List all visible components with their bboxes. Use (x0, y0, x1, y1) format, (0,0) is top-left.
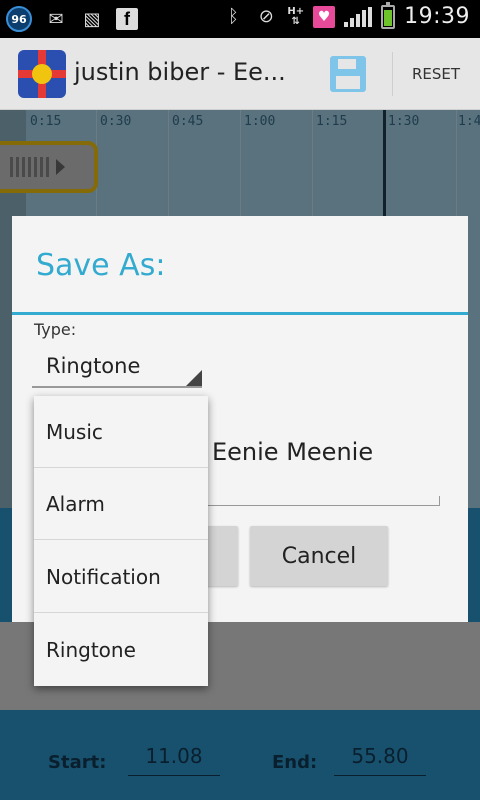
option-label: Ringtone (46, 638, 136, 662)
type-label: Type: (34, 320, 77, 339)
type-dropdown-menu: Music Alarm Notification Ringtone (34, 396, 208, 686)
dropdown-arrow-icon (186, 370, 202, 386)
dropdown-option-music[interactable]: Music (34, 396, 208, 468)
silent-mode-icon: ⊘ (258, 6, 274, 27)
bluetooth-icon: ᛒ (227, 6, 239, 27)
hplus-data-icon: H+ ⇅ (287, 5, 305, 27)
clock: 19:39 (404, 4, 470, 29)
reset-button[interactable]: RESET (395, 52, 477, 96)
type-spinner[interactable]: Ringtone (32, 344, 202, 388)
type-selected-value: Ringtone (46, 354, 141, 378)
app-icon[interactable] (18, 50, 66, 98)
option-label: Music (46, 420, 103, 444)
dialog-divider (12, 312, 468, 315)
dropdown-option-notification[interactable]: Notification (34, 541, 208, 613)
mail-icon: ✉ (48, 8, 64, 30)
ringtone-name-input[interactable] (202, 432, 442, 472)
dropdown-option-alarm[interactable]: Alarm (34, 468, 208, 540)
action-bar-divider (392, 52, 393, 96)
save-icon[interactable] (330, 56, 366, 92)
action-bar: justin biber - Ee... RESET (0, 38, 480, 110)
dialog-title: Save As: (36, 248, 166, 283)
dropdown-option-ringtone[interactable]: Ringtone (34, 614, 208, 686)
image-icon: ▧ (83, 8, 101, 30)
cancel-button[interactable]: Cancel (250, 526, 388, 586)
signal-icon (344, 6, 373, 27)
option-label: Notification (46, 565, 161, 589)
status-bar: 96 ✉ ▧ f ᛒ ⊘ H+ ⇅ ♥ 19:39 (0, 0, 480, 38)
notification-badge: 96 (6, 6, 32, 32)
name-input-underline (198, 496, 440, 506)
hplus-label: H+ (287, 5, 305, 17)
page-title: justin biber - Ee... (74, 58, 286, 86)
option-label: Alarm (46, 492, 105, 516)
facebook-icon: f (116, 8, 138, 30)
heart-app-icon: ♥ (313, 5, 336, 28)
battery-icon (381, 1, 396, 29)
